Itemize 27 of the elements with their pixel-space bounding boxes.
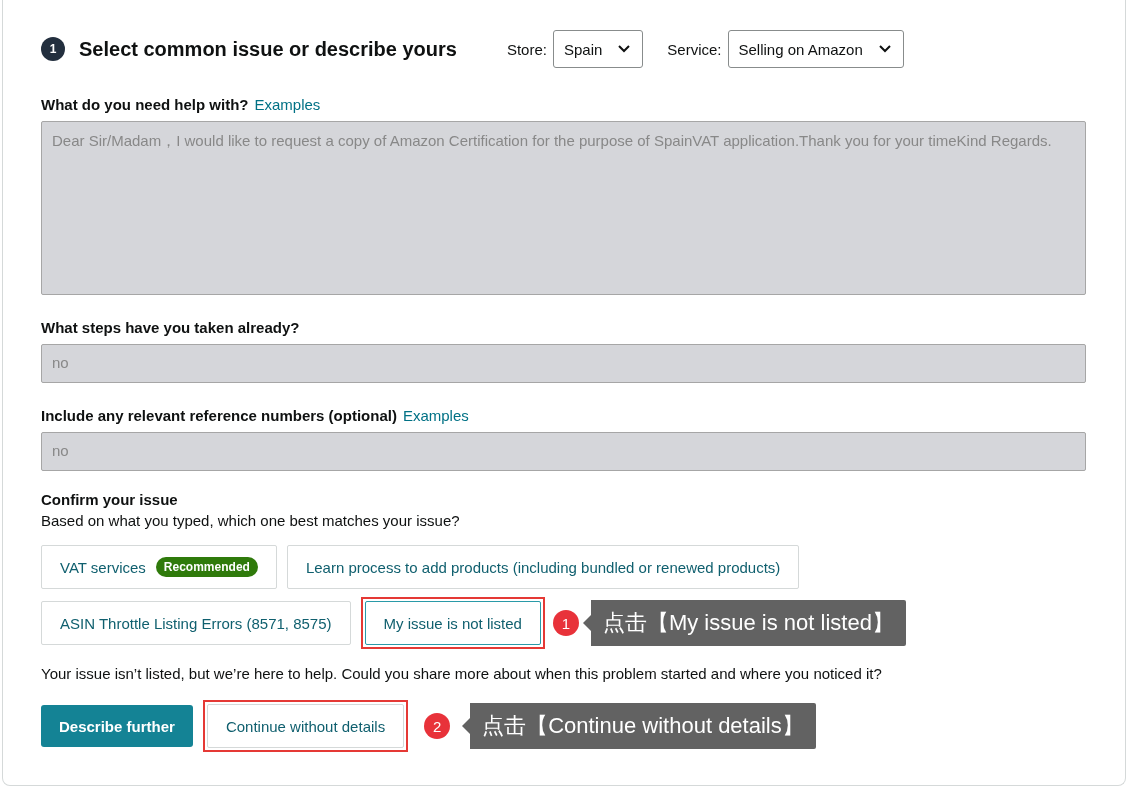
examples-link[interactable]: Examples — [402, 407, 469, 424]
service-label: Service: — [667, 40, 722, 58]
info-message: Your issue isn’t listed, but we’re here to help. Could you share more about when this problem started and where you noticed it? — [41, 665, 883, 682]
recommended-badge: Recommended — [155, 557, 258, 577]
chevron-down-icon — [618, 45, 631, 53]
field-label: What do you need help with? — [41, 96, 249, 113]
section-title: Select common issue or describe yours — [79, 37, 457, 61]
store-dropdown[interactable]: Spain — [552, 30, 644, 68]
examples-link[interactable]: Examples — [254, 96, 321, 113]
field-label: Include any relevant reference numbers (optional) — [41, 407, 397, 424]
service-dropdown[interactable]: Selling on Amazon — [727, 30, 904, 68]
callout-note: 点击【My issue is not listed】 — [582, 600, 906, 646]
issue-option[interactable]: My issue is not listed — [364, 601, 541, 645]
confirm-subtitle: Based on what you typed, which one best matches your issue? — [41, 512, 461, 529]
step-number: 1 — [41, 37, 65, 61]
step-marker: 2 — [424, 713, 451, 739]
store-label: Store: — [506, 40, 547, 58]
issue-option[interactable]: Learn process to add products (including bundled or renewed products) — [286, 545, 800, 589]
step-marker: 1 — [552, 610, 579, 636]
chevron-down-icon — [878, 45, 891, 53]
continue-button[interactable]: Continue without details — [206, 704, 405, 748]
describe-further-button[interactable]: Describe further — [41, 705, 193, 747]
issue-option[interactable]: VAT services Recommended — [41, 545, 277, 589]
field-label: What steps have you taken already? — [41, 319, 300, 336]
confirm-title: Confirm your issue — [41, 491, 179, 508]
callout-note: 点击【Continue without details】 — [462, 703, 816, 749]
issue-option[interactable]: ASIN Throttle Listing Errors (8571, 8575) — [41, 601, 351, 645]
